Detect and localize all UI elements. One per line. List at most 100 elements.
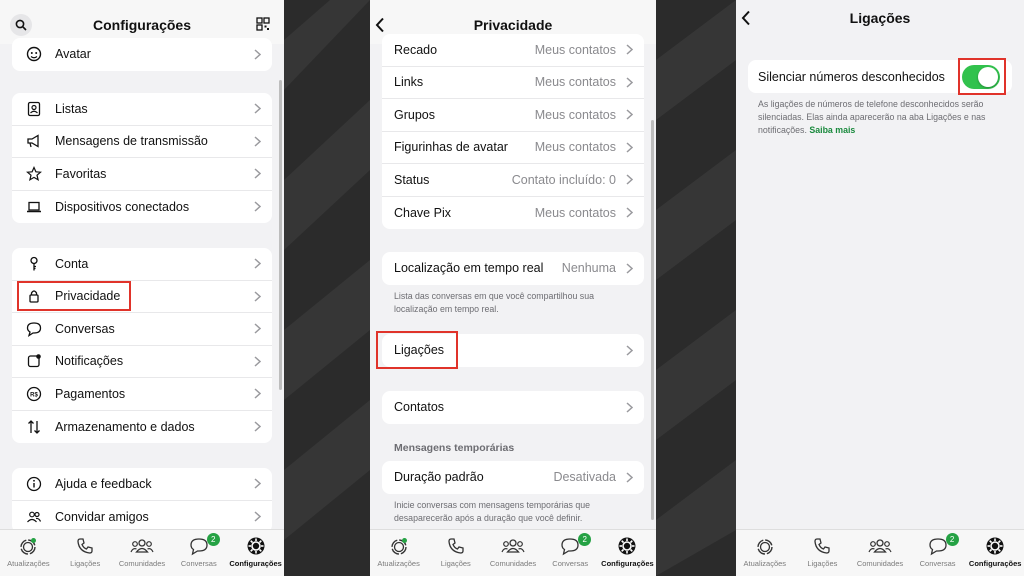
tab-ligacoes[interactable]: Ligações <box>794 530 852 576</box>
chevron-right-icon <box>624 174 634 185</box>
chevron-right-icon <box>624 207 634 218</box>
settings-item-listas[interactable]: Listas <box>12 93 272 126</box>
highlight-toggle <box>958 58 1006 95</box>
privacy-item-value: Meus contatos <box>534 107 616 122</box>
tab-configuracoes[interactable]: Configurações <box>966 530 1024 576</box>
privacy-item-label: Status <box>394 172 430 187</box>
tab-label: Configurações <box>601 559 654 568</box>
section-header-temporary: Mensagens temporárias <box>394 442 515 454</box>
highlight-ligacoes <box>376 331 458 369</box>
tab-label: Comunidades <box>118 559 166 568</box>
tab-label: Ligações <box>440 559 471 568</box>
tab-bar: Atualizações Ligações Comunidades 2 Conv… <box>736 529 1024 576</box>
tab-atualizacoes[interactable]: Atualizações <box>0 530 57 576</box>
tab-ligacoes[interactable]: Ligações <box>57 530 114 576</box>
tab-label: Atualizações <box>743 559 787 568</box>
tab-comunidades[interactable]: Comunidades <box>114 530 171 576</box>
phone-icon <box>448 538 464 554</box>
silence-note-text: As ligações de números de telefone desco… <box>758 99 986 135</box>
chevron-right-icon <box>252 356 262 367</box>
settings-item-label: Armazenamento e dados <box>55 419 195 434</box>
tab-conversas[interactable]: 2 Conversas <box>909 530 967 576</box>
privacy-item-value: Contato incluído: 0 <box>511 172 616 187</box>
tab-configuracoes[interactable]: Configurações <box>227 530 284 576</box>
learn-more-link[interactable]: Saiba mais <box>809 125 855 135</box>
tab-configuracoes[interactable]: Configurações <box>599 530 656 576</box>
settings-group-help: Ajuda e feedback Convidar amigos <box>12 468 272 533</box>
scrollbar[interactable] <box>279 80 282 390</box>
silence-unknown-label: Silenciar números desconhecidos <box>758 69 945 84</box>
privacy-item-links[interactable]: Links Meus contatos <box>382 67 644 99</box>
settings-item-avatar[interactable]: Avatar <box>12 38 272 71</box>
privacy-item-figurinhas[interactable]: Figurinhas de avatar Meus contatos <box>382 132 644 164</box>
calls-header: Ligações <box>736 0 1024 44</box>
tab-label: Atualizações <box>377 559 420 568</box>
search-button[interactable] <box>10 14 32 36</box>
tab-conversas[interactable]: 2 Conversas <box>542 530 599 576</box>
chevron-right-icon <box>252 103 262 114</box>
privacy-item-label: Figurinhas de avatar <box>394 140 508 155</box>
back-chevron-icon <box>375 17 384 33</box>
unread-badge: 2 <box>578 533 592 546</box>
tab-atualizacoes[interactable]: Atualizações <box>736 530 794 576</box>
settings-item-armazenamento[interactable]: Armazenamento e dados <box>12 411 272 444</box>
chevron-right-icon <box>252 291 262 302</box>
settings-item-label: Dispositivos conectados <box>55 199 190 214</box>
chevron-right-icon <box>252 136 262 147</box>
settings-item-ajuda[interactable]: Ajuda e feedback <box>12 468 272 501</box>
privacy-item-contatos[interactable]: Contatos <box>382 391 644 424</box>
highlight-privacidade <box>17 281 131 311</box>
updates-icon <box>757 539 773 555</box>
updates-icon <box>390 538 407 555</box>
megaphone-icon <box>24 131 44 151</box>
tab-label: Conversas <box>180 559 217 568</box>
settings-item-notificacoes[interactable]: Notificações <box>12 346 272 378</box>
laptop-icon <box>24 197 44 217</box>
tab-ligacoes[interactable]: Ligações <box>427 530 484 576</box>
back-chevron-icon <box>741 10 750 26</box>
settings-item-devices[interactable]: Dispositivos conectados <box>12 191 272 224</box>
settings-item-label: Avatar <box>55 47 91 62</box>
tab-bar: Atualizações Ligações Comunidades 2 Conv… <box>370 529 656 576</box>
chevron-right-icon <box>624 402 634 413</box>
scrollbar[interactable] <box>651 120 654 520</box>
privacy-item-grupos[interactable]: Grupos Meus contatos <box>382 99 644 132</box>
tab-label: Ligações <box>807 559 838 568</box>
settings-item-label: Favoritas <box>55 166 107 181</box>
privacy-item-recado[interactable]: Recado Meus contatos <box>382 34 644 67</box>
contact-list-icon <box>24 99 44 119</box>
chevron-right-icon <box>252 323 262 334</box>
chevron-right-icon <box>624 44 634 55</box>
settings-item-broadcast[interactable]: Mensagens de transmissão <box>12 126 272 158</box>
settings-item-label: Mensagens de transmissão <box>55 134 208 149</box>
privacy-item-chave-pix[interactable]: Chave Pix Meus contatos <box>382 197 644 230</box>
tab-comunidades[interactable]: Comunidades <box>484 530 541 576</box>
communities-icon <box>501 539 525 553</box>
chevron-right-icon <box>624 263 634 274</box>
communities-icon <box>130 539 154 553</box>
chevron-right-icon <box>252 421 262 432</box>
tab-bar: Atualizações Ligações Comunidades 2 Conv… <box>0 529 284 576</box>
privacy-item-label: Chave Pix <box>394 205 451 220</box>
settings-item-conta[interactable]: Conta <box>12 248 272 281</box>
privacy-item-duracao[interactable]: Duração padrão Desativada <box>382 461 644 494</box>
tab-comunidades[interactable]: Comunidades <box>851 530 909 576</box>
tab-conversas[interactable]: 2 Conversas <box>170 530 227 576</box>
settings-item-pagamentos[interactable]: R$ Pagamentos <box>12 378 272 411</box>
settings-item-conversas[interactable]: Conversas <box>12 313 272 346</box>
payment-icon: R$ <box>24 384 44 404</box>
chevron-right-icon <box>252 168 262 179</box>
info-icon <box>24 474 44 494</box>
settings-group-account: Conta Privacidade Conversas Notificações… <box>12 248 272 443</box>
settings-item-label: Conversas <box>55 321 115 336</box>
settings-item-favoritas[interactable]: Favoritas <box>12 158 272 191</box>
tab-atualizacoes[interactable]: Atualizações <box>370 530 427 576</box>
back-button[interactable] <box>740 10 752 31</box>
privacy-item-live-location[interactable]: Localização em tempo real Nenhuma <box>382 252 644 285</box>
privacy-item-value: Desativada <box>553 470 616 485</box>
privacy-group-visibility: Recado Meus contatos Links Meus contatos… <box>382 34 644 229</box>
tab-label: Configurações <box>968 559 1022 568</box>
privacy-screen: Privacidade Recado Meus contatos Links M… <box>370 0 656 576</box>
qr-code-button[interactable] <box>256 17 270 36</box>
privacy-item-status[interactable]: Status Contato incluído: 0 <box>382 164 644 197</box>
